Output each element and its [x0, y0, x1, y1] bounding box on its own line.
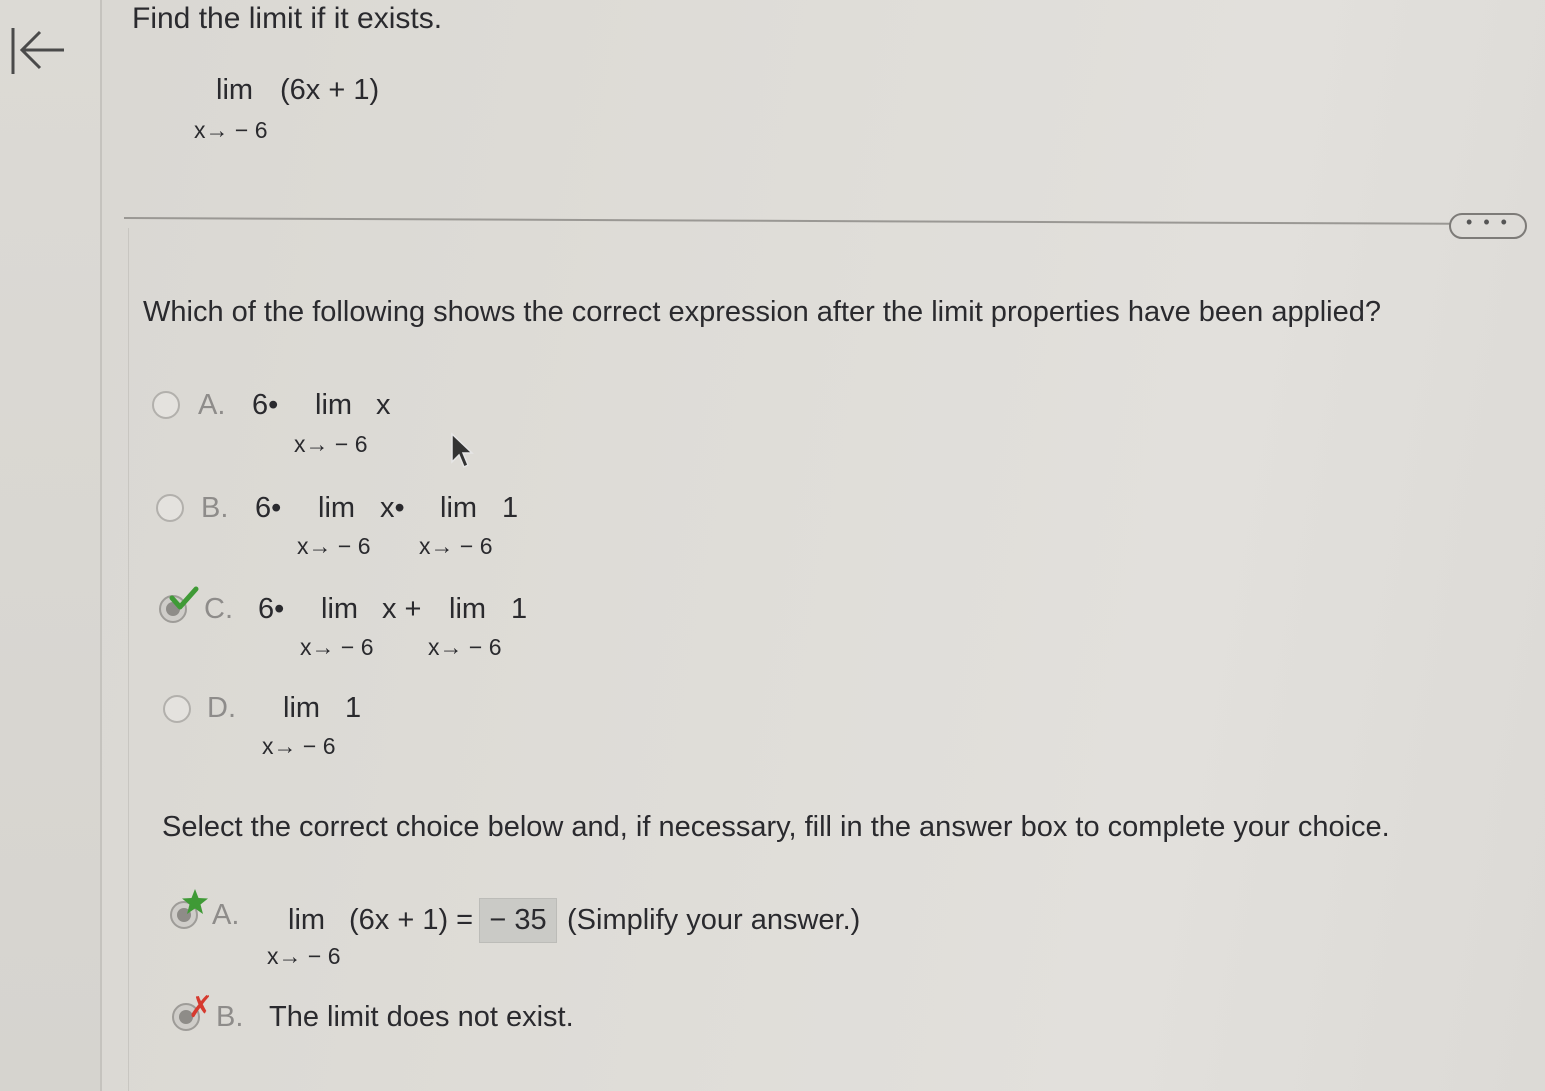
- choice-a-sub: x→ − 6: [294, 431, 368, 457]
- choice-b-coef: 6•: [255, 492, 282, 524]
- panel-divider: [128, 228, 129, 1091]
- choice-c-term1: x +: [382, 593, 422, 625]
- choice-d-letter: D.: [207, 692, 236, 724]
- choice-a-radio[interactable]: [152, 391, 180, 419]
- choice-a-coef: 6•: [252, 389, 279, 421]
- choice-d-radio[interactable]: [163, 695, 191, 723]
- choice-d-lim: lim: [283, 692, 321, 724]
- choice-c-lim1: lim: [321, 593, 359, 625]
- choice-a-term: x: [376, 389, 391, 421]
- choice-c-sub1: x→ − 6: [300, 634, 374, 660]
- answer-input[interactable]: − 35: [479, 898, 557, 943]
- limit-expression: (6x + 1): [280, 74, 380, 106]
- choice-b-radio[interactable]: [156, 494, 184, 522]
- answer-b-text: The limit does not exist.: [269, 1001, 574, 1033]
- answer-b-letter: B.: [216, 1001, 244, 1033]
- choice-b-term2: 1: [502, 492, 519, 524]
- choice-c-sub2: x→ − 6: [428, 634, 502, 660]
- check-mark-icon: [169, 586, 199, 610]
- cross-icon: ✗: [188, 991, 214, 1024]
- choice-b-lim2: lim: [440, 492, 478, 524]
- part1-prompt: Which of the following shows the correct…: [143, 296, 1381, 328]
- answer-a-lim: lim: [288, 904, 326, 936]
- choice-b-letter: B.: [201, 492, 229, 524]
- choice-c-coef: 6•: [258, 593, 285, 625]
- choice-c-lim2: lim: [449, 593, 487, 625]
- choice-b-lim1: lim: [318, 492, 356, 524]
- choice-a-letter: A.: [198, 389, 226, 421]
- collapse-left-icon[interactable]: [8, 26, 66, 76]
- part2-prompt: Select the correct choice below and, if …: [162, 811, 1390, 843]
- left-sidebar: [0, 0, 102, 1091]
- answer-a-letter: A.: [212, 899, 240, 931]
- limit-lim: lim: [216, 74, 254, 106]
- answer-a-expr: (6x + 1) =: [349, 904, 474, 936]
- choice-b-sub2: x→ − 6: [419, 533, 493, 559]
- mouse-cursor-icon: [451, 432, 474, 469]
- choice-c-letter: C.: [204, 593, 233, 625]
- more-options-button[interactable]: • • •: [1449, 212, 1527, 239]
- choice-d-sub: x→ − 6: [262, 733, 336, 759]
- star-icon: [182, 889, 208, 914]
- limit-subscript: x→ − 6: [194, 117, 268, 143]
- choice-d-term: 1: [345, 692, 362, 724]
- question-title: Find the limit if it exists.: [132, 2, 443, 35]
- choice-b-sub1: x→ − 6: [297, 533, 371, 559]
- section-divider: [123, 217, 1454, 225]
- answer-a-sub: x→ − 6: [267, 943, 341, 969]
- answer-a-hint: (Simplify your answer.): [567, 904, 861, 936]
- choice-c-term2: 1: [511, 593, 528, 625]
- choice-a-lim: lim: [315, 389, 353, 421]
- choice-b-term1: x•: [380, 492, 405, 524]
